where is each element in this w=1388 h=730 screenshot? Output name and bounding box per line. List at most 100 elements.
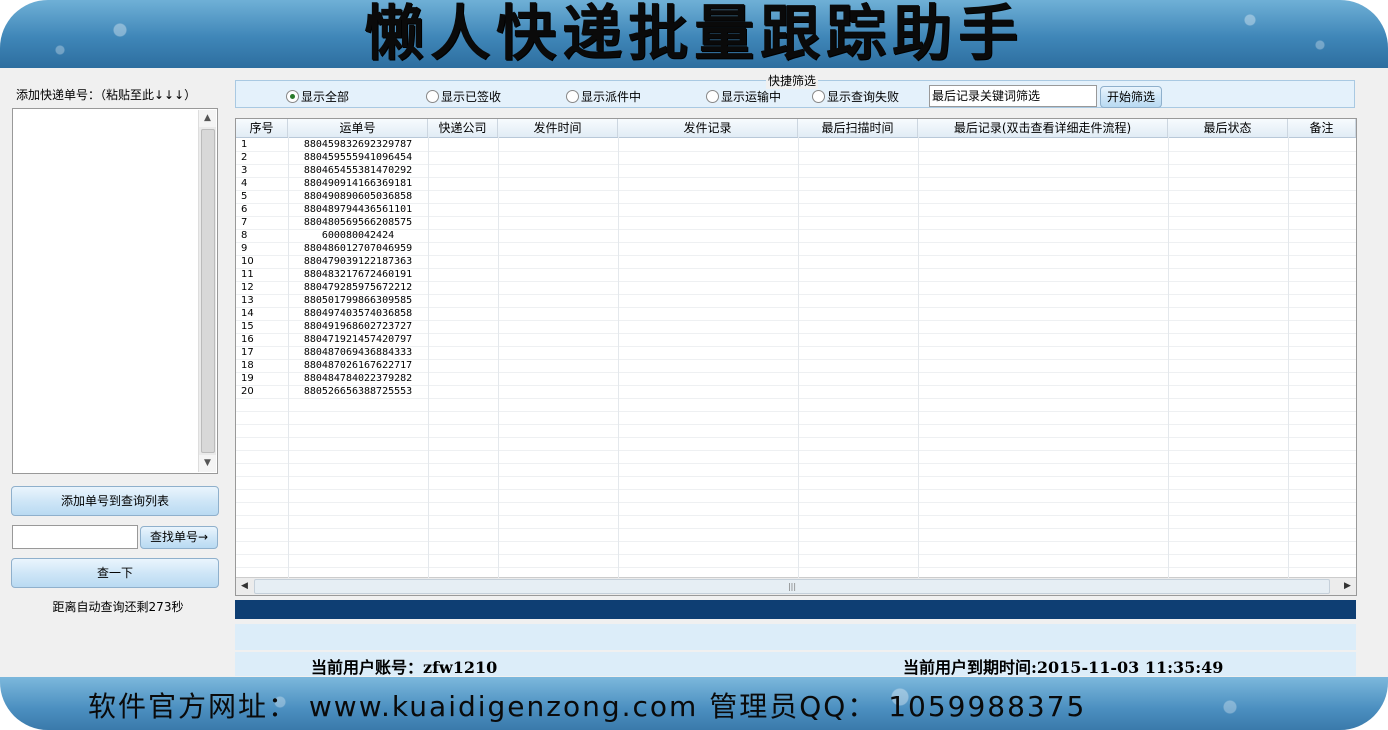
status-bar: 当前用户账号：zfw1210 当前用户到期时间:2015-11-03 11:35… (235, 652, 1356, 677)
row-divider (236, 437, 1356, 438)
row-index: 11 (241, 269, 254, 280)
find-tracking-input[interactable] (12, 525, 138, 549)
horizontal-scrollbar[interactable]: ◀ ||| ▶ (236, 577, 1356, 595)
column-divider (428, 137, 429, 578)
table-header: 序号 运单号 快递公司 发件时间 发件记录 最后扫描时间 最后记录(双击查看详细走件流程) 最… (236, 119, 1356, 138)
tracking-number-cell[interactable]: 880479039122187363 (288, 255, 428, 268)
row-divider (236, 398, 1356, 399)
tracking-number-cell[interactable]: 880479285975672212 (288, 281, 428, 294)
radio-show-signed[interactable]: 显示已签收 (426, 88, 501, 105)
row-index: 5 (241, 191, 248, 202)
row-index: 19 (241, 373, 254, 384)
column-divider (1168, 137, 1169, 578)
row-index: 15 (241, 321, 254, 332)
tracking-number-cell[interactable]: 880480569566208575 (288, 216, 428, 229)
row-index: 1 (241, 139, 248, 150)
scroll-up-icon[interactable]: ▲ (199, 110, 216, 127)
tracking-number-cell[interactable]: 880471921457420797 (288, 333, 428, 346)
tracking-number-cell[interactable]: 880459555941096454 (288, 151, 428, 164)
scroll-thumb[interactable]: ||| (254, 579, 1330, 594)
tracking-number-cell[interactable]: 600080042424 (288, 229, 428, 242)
tracking-number-cell[interactable]: 880487026167622717 (288, 359, 428, 372)
row-index: 20 (241, 386, 254, 397)
row-divider (236, 489, 1356, 490)
query-button[interactable]: 查一下 (11, 558, 219, 588)
row-divider (236, 411, 1356, 412)
radio-icon (566, 90, 579, 103)
tracking-number-cell[interactable]: 880459832692329787 (288, 138, 428, 151)
radio-selected-icon (286, 90, 299, 103)
auto-query-countdown: 距离自动查询还剩273秒 (52, 600, 184, 614)
tracking-number-cell[interactable]: 880491968602723727 (288, 320, 428, 333)
tracking-number-cell[interactable]: 880497403574036858 (288, 307, 428, 320)
column-header[interactable]: 最后扫描时间 (798, 119, 918, 137)
column-header[interactable]: 最后状态 (1168, 119, 1288, 137)
row-index: 2 (241, 152, 248, 163)
find-tracking-button[interactable]: 查找单号→ (140, 526, 218, 549)
column-divider (1288, 137, 1289, 578)
tracking-number-cell[interactable]: 880483217672460191 (288, 268, 428, 281)
scroll-right-icon[interactable]: ▶ (1339, 578, 1356, 594)
radio-show-failed[interactable]: 显示查询失败 (812, 88, 899, 105)
column-header[interactable]: 运单号 (288, 119, 428, 137)
row-index: 9 (241, 243, 248, 254)
row-index: 4 (241, 178, 248, 189)
radio-label: 显示派件中 (581, 90, 642, 104)
row-index: 13 (241, 295, 254, 306)
tracking-number-cell[interactable]: 880489794436561101 (288, 203, 428, 216)
row-divider (236, 424, 1356, 425)
radio-show-delivering[interactable]: 显示派件中 (566, 88, 641, 105)
header-banner: 懒人快递批量跟踪助手 (0, 0, 1388, 68)
add-to-list-button[interactable]: 添加单号到查询列表 (11, 486, 219, 516)
row-index: 6 (241, 204, 248, 215)
scroll-left-icon[interactable]: ◀ (236, 578, 253, 594)
column-header[interactable]: 最后记录(双击查看详细走件流程) (918, 119, 1168, 137)
status-area (235, 624, 1356, 650)
radio-show-all[interactable]: 显示全部 (286, 88, 349, 105)
scroll-down-icon[interactable]: ▼ (199, 455, 216, 472)
row-divider (236, 528, 1356, 529)
row-index: 7 (241, 217, 248, 228)
tracking-number-cell[interactable]: 880484784022379282 (288, 372, 428, 385)
start-filter-button[interactable]: 开始筛选 (1100, 86, 1162, 108)
column-divider (918, 137, 919, 578)
tracking-table[interactable]: 序号 运单号 快递公司 发件时间 发件记录 最后扫描时间 最后记录(双击查看详细走件流程) 最… (235, 118, 1357, 596)
tracking-number-cell[interactable]: 880501799866309585 (288, 294, 428, 307)
tracking-number-cell[interactable]: 880490890605036858 (288, 190, 428, 203)
column-header[interactable]: 快递公司 (428, 119, 498, 137)
radio-label: 显示已签收 (441, 90, 502, 104)
keyword-filter-input[interactable]: 最后记录关键词筛选 (929, 85, 1097, 107)
account-label: 当前用户账号：zfw1210 (311, 658, 498, 677)
expire-time-label: 当前用户到期时间:2015-11-03 11:35:49 (903, 658, 1224, 677)
scroll-thumb[interactable] (201, 129, 215, 453)
app-window: 懒人快递批量跟踪助手 添加快递单号：（粘贴至此↓↓↓） ▲ ▼ 添加单号到查询列… (0, 0, 1388, 730)
column-divider (498, 137, 499, 578)
tracking-number-cell[interactable]: 880490914166369181 (288, 177, 428, 190)
vertical-scrollbar[interactable]: ▲ ▼ (198, 110, 216, 472)
tracking-paste-textarea[interactable]: ▲ ▼ (12, 108, 218, 474)
column-header[interactable]: 发件时间 (498, 119, 618, 137)
row-index: 14 (241, 308, 254, 319)
row-index: 16 (241, 334, 254, 345)
tracking-number-cell[interactable]: 880465455381470292 (288, 164, 428, 177)
row-divider (236, 541, 1356, 542)
tracking-number-cell[interactable]: 880487069436884333 (288, 346, 428, 359)
row-divider (236, 476, 1356, 477)
row-index: 17 (241, 347, 254, 358)
tracking-number-cell[interactable]: 880526656388725553 (288, 385, 428, 398)
tracking-number-cell[interactable]: 880486012707046959 (288, 242, 428, 255)
row-index: 12 (241, 282, 254, 293)
radio-label: 显示运输中 (721, 90, 782, 104)
radio-show-in-transit[interactable]: 显示运输中 (706, 88, 781, 105)
quick-filter-group: 快捷筛选 显示全部 显示已签收 显示派件中 显示运输中 显示查询失败 最后记录关… (235, 72, 1355, 108)
footer-info: 软件官方网址： www.kuaidigenzong.com 管理员QQ： 105… (88, 690, 1087, 723)
column-header[interactable]: 序号 (236, 119, 288, 137)
row-divider (236, 567, 1356, 568)
column-header[interactable]: 备注 (1288, 119, 1356, 137)
column-divider (288, 137, 289, 578)
row-divider (236, 554, 1356, 555)
radio-label: 显示查询失败 (827, 90, 900, 104)
column-divider (798, 137, 799, 578)
column-header[interactable]: 发件记录 (618, 119, 798, 137)
footer-banner: 软件官方网址： www.kuaidigenzong.com 管理员QQ： 105… (0, 677, 1388, 730)
